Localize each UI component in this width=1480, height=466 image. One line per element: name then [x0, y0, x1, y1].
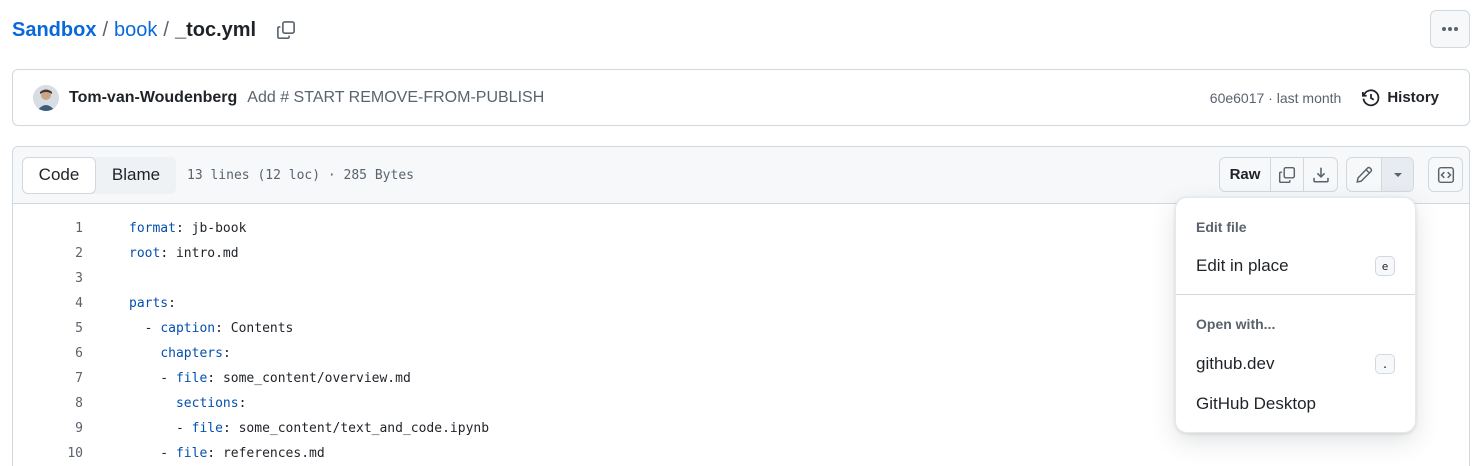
edit-file-button[interactable] — [1347, 158, 1382, 191]
yaml-key: file — [191, 421, 223, 436]
yaml-key: file — [175, 371, 208, 386]
menu-item-github-dev[interactable]: github.dev . — [1176, 346, 1415, 382]
line-content: - file: some_content/overview.md — [85, 371, 411, 386]
line-number[interactable]: 10 — [13, 446, 85, 461]
yaml-separator: : — [168, 296, 176, 311]
file-stats: 13 lines (12 loc) · 285 Bytes — [187, 167, 414, 183]
yaml-key: sections — [175, 396, 239, 411]
menu-item-label: Edit in place — [1196, 256, 1289, 275]
line-number[interactable]: 5 — [13, 321, 85, 336]
yaml-value: some_content/text_and_code.ipynb — [238, 421, 490, 436]
yaml-key: root — [129, 246, 161, 261]
line-content: root: intro.md — [85, 246, 239, 261]
menu-item-github-desktop[interactable]: GitHub Desktop — [1176, 386, 1415, 422]
keyboard-shortcut: . — [1375, 354, 1395, 374]
yaml-key: format — [129, 221, 176, 236]
line-content: chapters: — [85, 346, 231, 361]
symbols-panel-button[interactable] — [1428, 157, 1463, 192]
line-content: - file: references.md — [85, 446, 325, 461]
copy-path-icon[interactable] — [274, 18, 298, 42]
breadcrumb-folder-link[interactable]: book — [114, 19, 157, 42]
kebab-horizontal-icon — [1442, 27, 1458, 31]
raw-button[interactable]: Raw — [1220, 158, 1271, 191]
line-number[interactable]: 8 — [13, 396, 85, 411]
code-line: 10 - file: references.md — [13, 441, 1469, 466]
breadcrumb-repo-link[interactable]: Sandbox — [12, 19, 96, 42]
commit-sha-time[interactable]: 60e6017 · last month — [1210, 90, 1342, 106]
yaml-separator: : — [238, 396, 247, 411]
download-icon — [1312, 167, 1329, 183]
yaml-separator: : — [222, 421, 239, 436]
menu-heading-edit-file: Edit file — [1196, 219, 1247, 235]
yaml-separator: : — [222, 346, 231, 361]
more-options-button[interactable] — [1430, 10, 1470, 48]
edit-menu-toggle[interactable] — [1382, 158, 1413, 191]
line-indent: - — [129, 421, 192, 436]
line-indent: - — [129, 371, 176, 386]
line-indent: - — [129, 321, 161, 336]
line-number[interactable]: 2 — [13, 246, 85, 261]
yaml-key: chapters — [160, 346, 223, 361]
menu-divider — [1176, 294, 1415, 295]
edit-dropdown-menu: Edit file Edit in place e Open with... g… — [1175, 197, 1416, 433]
tab-code[interactable]: Code — [22, 156, 96, 194]
yaml-separator: : — [215, 321, 231, 336]
copy-icon — [1278, 166, 1296, 183]
line-number[interactable]: 3 — [13, 271, 85, 286]
yaml-value: intro.md — [175, 246, 239, 261]
file-header: Code Blame 13 lines (12 loc) · 285 Bytes… — [13, 147, 1469, 204]
line-content: format: jb-book — [85, 221, 246, 236]
raw-actions-group: Raw — [1219, 157, 1338, 192]
yaml-separator: : — [207, 371, 223, 386]
yaml-separator: : — [175, 221, 192, 236]
line-number[interactable]: 1 — [13, 221, 85, 236]
yaml-key: parts — [129, 296, 169, 311]
download-raw-button[interactable] — [1304, 158, 1337, 191]
line-content: - caption: Contents — [85, 321, 294, 336]
breadcrumb: Sandbox / book / _toc.yml — [12, 16, 298, 44]
yaml-value: references.md — [222, 446, 325, 461]
menu-item-edit-in-place[interactable]: Edit in place e — [1176, 248, 1415, 284]
view-mode-toggle: Code Blame — [22, 156, 176, 194]
commit-author[interactable]: Tom-van-Woudenberg — [69, 89, 237, 107]
line-indent: - — [129, 446, 176, 461]
code-square-icon — [1437, 166, 1454, 183]
yaml-value: jb-book — [191, 221, 247, 236]
line-content: parts: — [85, 296, 176, 311]
line-number[interactable]: 9 — [13, 421, 85, 436]
history-button[interactable]: History — [1361, 88, 1439, 108]
history-icon — [1362, 88, 1380, 106]
tab-blame[interactable]: Blame — [96, 157, 176, 194]
edit-actions-group — [1346, 157, 1414, 192]
keyboard-shortcut: e — [1375, 256, 1395, 276]
commit-message[interactable]: Add # START REMOVE-FROM-PUBLISH — [247, 89, 544, 107]
avatar[interactable] — [33, 84, 59, 111]
pencil-icon — [1356, 166, 1373, 183]
menu-item-label: github.dev — [1196, 354, 1275, 373]
yaml-key: caption — [160, 321, 216, 336]
line-number[interactable]: 4 — [13, 296, 85, 311]
yaml-value: Contents — [230, 321, 294, 336]
copy-raw-button[interactable] — [1271, 158, 1304, 191]
yaml-separator: : — [207, 446, 223, 461]
breadcrumb-separator: / — [163, 18, 169, 41]
line-number[interactable]: 6 — [13, 346, 85, 361]
yaml-separator: : — [160, 246, 176, 261]
history-label: History — [1387, 89, 1439, 106]
breadcrumb-file-name: _toc.yml — [174, 18, 257, 41]
line-content: sections: — [85, 396, 246, 411]
yaml-value: some_content/overview.md — [222, 371, 411, 386]
breadcrumb-separator: / — [102, 18, 109, 41]
triangle-down-icon — [1393, 172, 1402, 177]
line-content: - file: some_content/text_and_code.ipynb — [85, 421, 489, 436]
line-number[interactable]: 7 — [13, 371, 85, 386]
yaml-key: file — [175, 446, 208, 461]
menu-heading-open-with: Open with... — [1196, 316, 1276, 332]
latest-commit-box: Tom-van-Woudenberg Add # START REMOVE-FR… — [12, 69, 1470, 126]
menu-item-label: GitHub Desktop — [1196, 394, 1316, 413]
